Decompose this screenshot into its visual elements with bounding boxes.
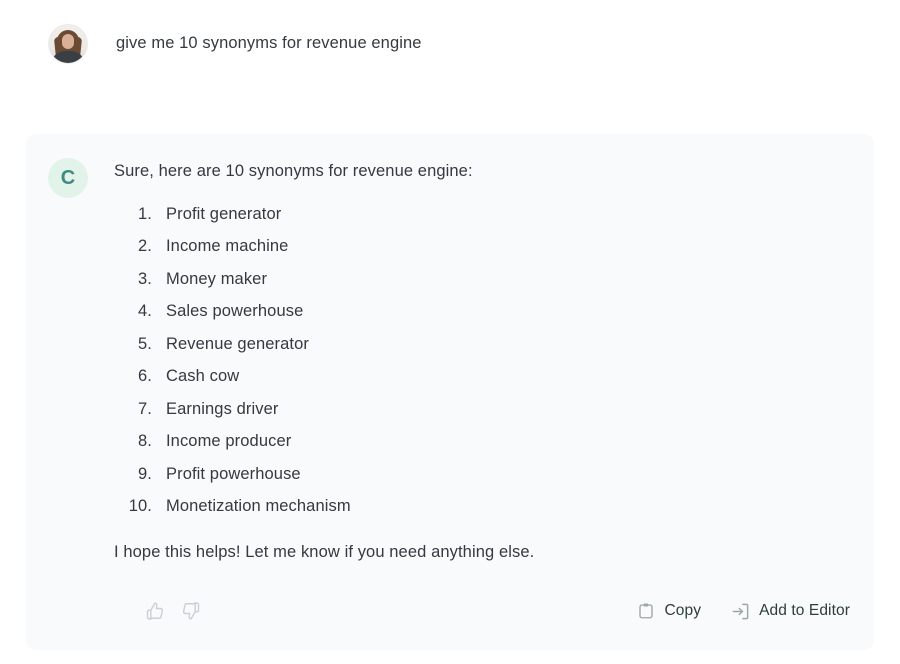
assistant-message-card: C Sure, here are 10 synonyms for revenue… <box>26 134 874 650</box>
avatar-face <box>62 34 74 49</box>
list-item-number: 5. <box>138 334 152 353</box>
synonyms-list: 1. Profit generator 2. Income machine 3.… <box>114 206 850 515</box>
list-item-label: Cash cow <box>166 367 240 386</box>
assistant-intro-text: Sure, here are 10 synonyms for revenue e… <box>114 162 473 180</box>
list-item-number: 1. <box>138 204 152 223</box>
list-item: 2. Income machine <box>114 238 850 255</box>
add-to-editor-button-label: Add to Editor <box>759 602 850 619</box>
list-item-label: Earnings driver <box>166 399 279 418</box>
thumbs-up-icon[interactable] <box>144 600 166 622</box>
list-item-number: 4. <box>138 302 152 321</box>
list-item-label: Profit powerhouse <box>166 464 301 483</box>
list-item-number: 6. <box>138 367 152 386</box>
list-item: 1. Profit generator <box>114 206 850 223</box>
thumbs-down-icon[interactable] <box>180 600 202 622</box>
assistant-message-footer: Copy Add to Editor <box>48 600 850 622</box>
feedback-buttons <box>144 600 202 622</box>
add-to-editor-button[interactable]: Add to Editor <box>731 602 850 621</box>
user-message-text: give me 10 synonyms for revenue engine <box>116 34 422 53</box>
list-item-label: Monetization mechanism <box>166 497 351 516</box>
list-item: 6. Cash cow <box>114 368 850 385</box>
list-item: 8. Income producer <box>114 433 850 450</box>
list-item: 4. Sales powerhouse <box>114 303 850 320</box>
list-item-label: Money maker <box>166 269 268 288</box>
clipboard-icon <box>636 602 655 621</box>
list-item-number: 9. <box>138 464 152 483</box>
assistant-message-body-wrap: C Sure, here are 10 synonyms for revenue… <box>26 134 874 565</box>
list-item: 10. Monetization mechanism <box>114 498 850 515</box>
list-item: 5. Revenue generator <box>114 336 850 353</box>
arrow-into-box-icon <box>731 602 750 621</box>
list-item-number: 7. <box>138 399 152 418</box>
list-item-number: 10. <box>128 497 152 516</box>
user-message-row: give me 10 synonyms for revenue engine <box>0 0 900 66</box>
message-actions: Copy Add to Editor <box>636 602 850 621</box>
assistant-message-content: Sure, here are 10 synonyms for revenue e… <box>114 156 874 565</box>
avatar <box>48 24 88 64</box>
list-item-number: 8. <box>138 432 152 451</box>
list-item: 3. Money maker <box>114 271 850 288</box>
copy-button-label: Copy <box>664 602 702 619</box>
list-item-label: Revenue generator <box>166 334 309 353</box>
list-item-number: 2. <box>138 237 152 256</box>
assistant-avatar: C <box>48 158 88 198</box>
list-item-label: Profit generator <box>166 204 282 223</box>
assistant-outro-text: I hope this helps! Let me know if you ne… <box>114 542 535 561</box>
list-item-number: 3. <box>138 269 152 288</box>
list-item: 9. Profit powerhouse <box>114 466 850 483</box>
list-item: 7. Earnings driver <box>114 401 850 418</box>
list-item-label: Income producer <box>166 432 292 451</box>
copy-button[interactable]: Copy <box>636 602 701 621</box>
list-item-label: Income machine <box>166 237 289 256</box>
list-item-label: Sales powerhouse <box>166 302 304 321</box>
